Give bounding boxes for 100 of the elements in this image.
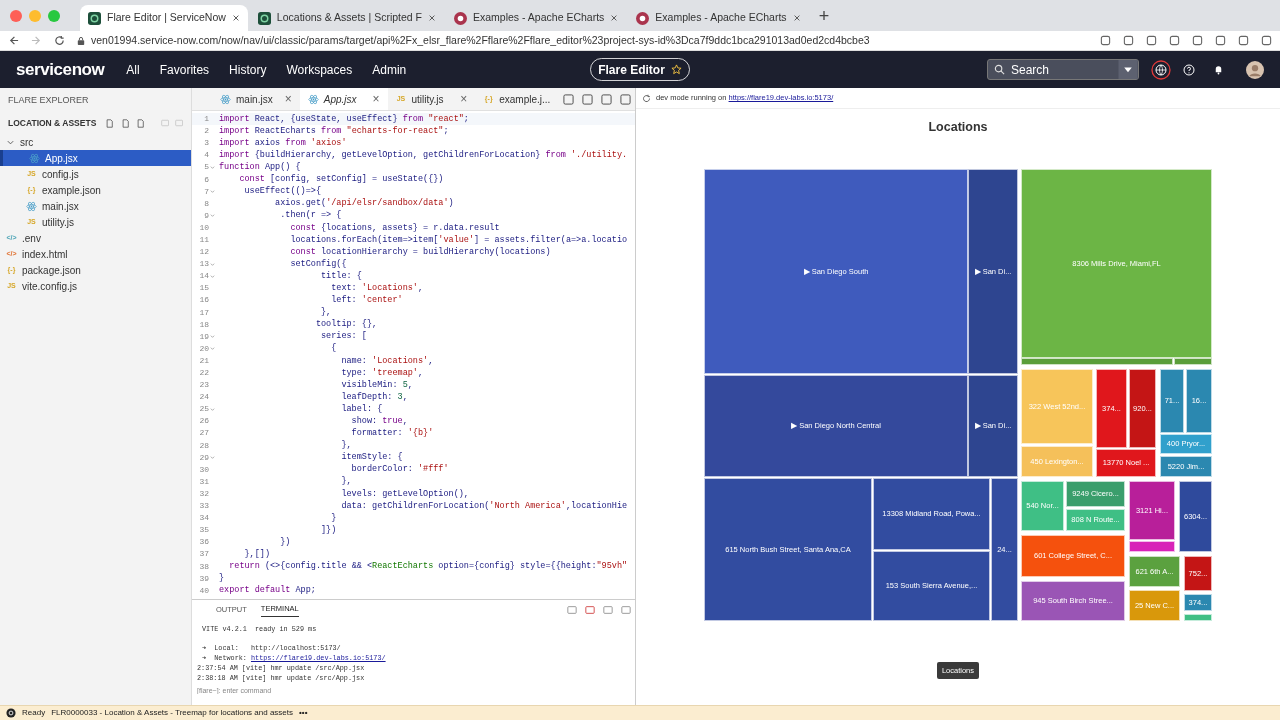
favicon-icon — [88, 11, 101, 25]
code-line: export default App; — [218, 584, 316, 598]
sidebar-title: FLARE EXPLORER — [7, 94, 90, 107]
line-number: 33 — [199, 500, 209, 513]
status-text: FLR0000033 - Location & Assets - Treemap for locations and assets — [51, 707, 294, 719]
nav-menu-item[interactable]: All — [126, 60, 140, 79]
app-title: Flare Editor — [598, 61, 665, 79]
line-number: 11 — [199, 234, 209, 246]
close-button[interactable]: × — [460, 93, 468, 105]
code-line: const [config, setConfig] = useState({}) — [238, 173, 444, 186]
line-number: 39 — [199, 572, 209, 585]
line-number: 24 — [199, 391, 209, 404]
line-number: 38 — [199, 560, 209, 573]
line-number: 6 — [204, 173, 209, 186]
line-number: 28 — [199, 439, 209, 452]
code-line: itemStyle: { — [340, 451, 403, 464]
reload-icon[interactable] — [54, 35, 65, 46]
editor-tab[interactable]: App.jsx × — [299, 88, 388, 110]
globe-icon[interactable] — [1151, 59, 1171, 80]
tab-title: Examples - Apache ECharts — [473, 10, 605, 26]
code-line: setConfig({ — [289, 257, 347, 271]
code-line: return (<>{config.title && <ReactEcharts option={config} style={{height:"95vh" — [228, 560, 628, 573]
code-line: text: 'Locations', — [330, 282, 424, 295]
code-line: }, — [320, 306, 332, 319]
line-number: 12 — [199, 246, 209, 259]
code-line: left: 'center' — [330, 294, 403, 307]
url-field[interactable]: ven01994.service-now.com/now/nav/ui/classic/params/target/api%2Fx_elsr_flare%2Fflare%2Fflare_editor%23project-sys-id%3Dca7f9ddc1bca291013ad0ed2cd4bcbe3 — [91, 32, 1088, 49]
close-button[interactable]: × — [284, 93, 292, 105]
close-icon[interactable] — [792, 14, 801, 22]
status-text: Ready — [22, 707, 46, 719]
code-line: },[]) — [243, 548, 270, 561]
nav-menu-item[interactable]: Workspaces — [286, 60, 353, 79]
code-line: } — [218, 572, 225, 585]
code-line: tooltip: {}, — [314, 318, 378, 331]
new-tab-button[interactable]: + — [818, 6, 830, 25]
code-line: type: 'treemap', — [340, 366, 424, 380]
favicon-icon — [636, 11, 650, 25]
code-line: }, — [340, 475, 352, 489]
window-control-icon[interactable] — [10, 9, 22, 22]
close-icon[interactable] — [231, 14, 240, 22]
line-number: 22 — [199, 367, 209, 379]
line-number: 2 — [204, 125, 209, 138]
folder-item[interactable]: src — [0, 134, 191, 150]
code-line: axios.get('/api/elsr/sandbox/data') — [274, 197, 454, 210]
search-placeholder: Search — [1011, 61, 1051, 79]
code-line: visibleMin: 5, — [340, 378, 413, 392]
file-item[interactable]: App.jsx — [0, 150, 191, 166]
code-line: series: [ — [320, 330, 367, 343]
code-line: locations.forEach(item=>item['value'] = assets.filter(a=>a.locatio — [289, 233, 628, 247]
code-line: levels: getLevelOption(), — [340, 487, 469, 501]
line-number: 34 — [199, 512, 209, 525]
code-line: .then(r => { — [279, 209, 342, 223]
more-button[interactable]: ••• — [299, 707, 308, 719]
help-icon[interactable] — [1183, 63, 1195, 76]
line-number: 14 — [199, 270, 209, 283]
reload-icon[interactable] — [642, 93, 651, 103]
atom-icon — [29, 152, 40, 164]
code-line: data: getChildrenForLocation('North America',locationHie — [340, 499, 628, 513]
tab-title: Flare Editor | ServiceNow — [107, 10, 226, 26]
line-number: 16 — [199, 294, 209, 307]
code-line: show: true, — [350, 415, 408, 428]
code-line: }, — [340, 439, 352, 452]
search-field[interactable]: Search — [987, 59, 1139, 80]
close-icon[interactable] — [428, 14, 436, 22]
dropdown-icon[interactable] — [1118, 60, 1138, 79]
favicon-icon — [257, 11, 271, 25]
code-line: borderColor: '#fff' — [350, 463, 449, 477]
nav-menu-item[interactable]: History — [229, 60, 267, 79]
line-number: 32 — [199, 487, 209, 500]
code-line: leafDepth: 3, — [340, 390, 408, 404]
code-line: { — [330, 342, 337, 356]
atom-icon — [26, 200, 37, 212]
treemap-cell[interactable] — [1174, 357, 1212, 365]
treemap-cell[interactable] — [1129, 540, 1175, 552]
tab-title: Examples - Apache ECharts — [655, 10, 787, 26]
code-line: import React, {useState, useEffect} from "react"; — [218, 112, 469, 126]
tab-title: Locations & Assets | Scripted F — [276, 10, 422, 26]
line-number: 26 — [199, 415, 209, 428]
browser-tab[interactable]: Flare Editor | ServiceNow — [80, 5, 248, 31]
line-number: 17 — [199, 306, 209, 319]
file-item[interactable]: main.jsx — [0, 198, 191, 214]
close-icon[interactable] — [610, 14, 619, 22]
treemap-cell[interactable] — [1184, 613, 1212, 621]
line-number: 13 — [199, 258, 209, 271]
code-line: import ReactEcharts from "echarts-for-react"; — [218, 124, 449, 138]
line-number: 25 — [199, 403, 209, 416]
line-number: 9 — [204, 209, 209, 222]
lock-icon — [77, 35, 85, 46]
treemap-cell[interactable] — [1021, 357, 1173, 365]
code-line: title: { — [320, 269, 362, 283]
line-number: 36 — [199, 536, 209, 549]
nav-menu-item[interactable]: Favorites — [159, 60, 210, 79]
back-icon[interactable] — [8, 35, 19, 46]
bell-icon[interactable] — [1213, 64, 1224, 75]
line-number: 1 — [204, 113, 209, 126]
line-number: 15 — [199, 282, 209, 295]
nav-menu-item[interactable]: Admin — [372, 60, 407, 79]
close-button[interactable]: × — [372, 93, 380, 105]
line-number: 27 — [199, 427, 209, 440]
line-number: 19 — [199, 330, 209, 343]
